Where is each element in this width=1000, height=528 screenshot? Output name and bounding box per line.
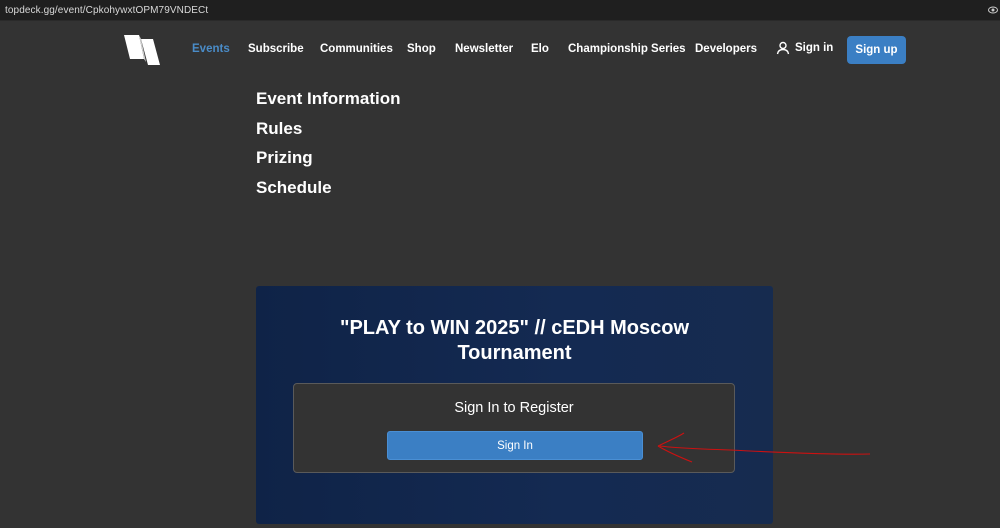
nav-link-events[interactable]: Events: [192, 43, 230, 55]
nav-link-shop[interactable]: Shop: [407, 43, 436, 55]
nav-link-elo[interactable]: Elo: [531, 43, 549, 55]
nav-link-communities[interactable]: Communities: [320, 43, 393, 55]
register-sign-in-button[interactable]: Sign In: [387, 431, 643, 460]
nav-link-subscribe[interactable]: Subscribe: [248, 43, 304, 55]
url-text[interactable]: topdeck.gg/event/CpkohywxtOPM79VNDECt: [5, 5, 208, 16]
eye-icon[interactable]: [988, 5, 998, 15]
nav-link-developers[interactable]: Developers: [695, 43, 757, 55]
section-link-schedule[interactable]: Schedule: [256, 178, 401, 208]
nav-link-newsletter[interactable]: Newsletter: [455, 43, 513, 55]
section-links: Event Information Rules Prizing Schedule: [256, 89, 401, 207]
event-title: "PLAY to WIN 2025" // cEDH Moscow Tourna…: [256, 316, 773, 366]
event-title-line-2: Tournament: [457, 342, 572, 364]
section-link-event-information[interactable]: Event Information: [256, 89, 401, 119]
nav-link-championship-series[interactable]: Championship Series: [568, 43, 686, 55]
section-link-prizing[interactable]: Prizing: [256, 148, 401, 178]
register-heading: Sign In to Register: [454, 400, 574, 416]
user-icon: [776, 41, 790, 55]
sign-up-button[interactable]: Sign up: [847, 36, 906, 64]
nav-sign-in-label: Sign in: [795, 42, 834, 54]
topdeck-logo-icon[interactable]: [124, 35, 162, 65]
event-title-line-1: "PLAY to WIN 2025" // cEDH Moscow: [339, 317, 690, 339]
top-navigation: Events Subscribe Communities Shop Newsle…: [0, 21, 1000, 79]
event-registration-card: "PLAY to WIN 2025" // cEDH Moscow Tourna…: [256, 286, 773, 524]
section-link-rules[interactable]: Rules: [256, 119, 401, 149]
red-arrow-annotation: [657, 432, 871, 463]
nav-sign-in[interactable]: Sign in: [776, 41, 833, 55]
browser-address-bar[interactable]: topdeck.gg/event/CpkohywxtOPM79VNDECt: [0, 0, 1000, 21]
